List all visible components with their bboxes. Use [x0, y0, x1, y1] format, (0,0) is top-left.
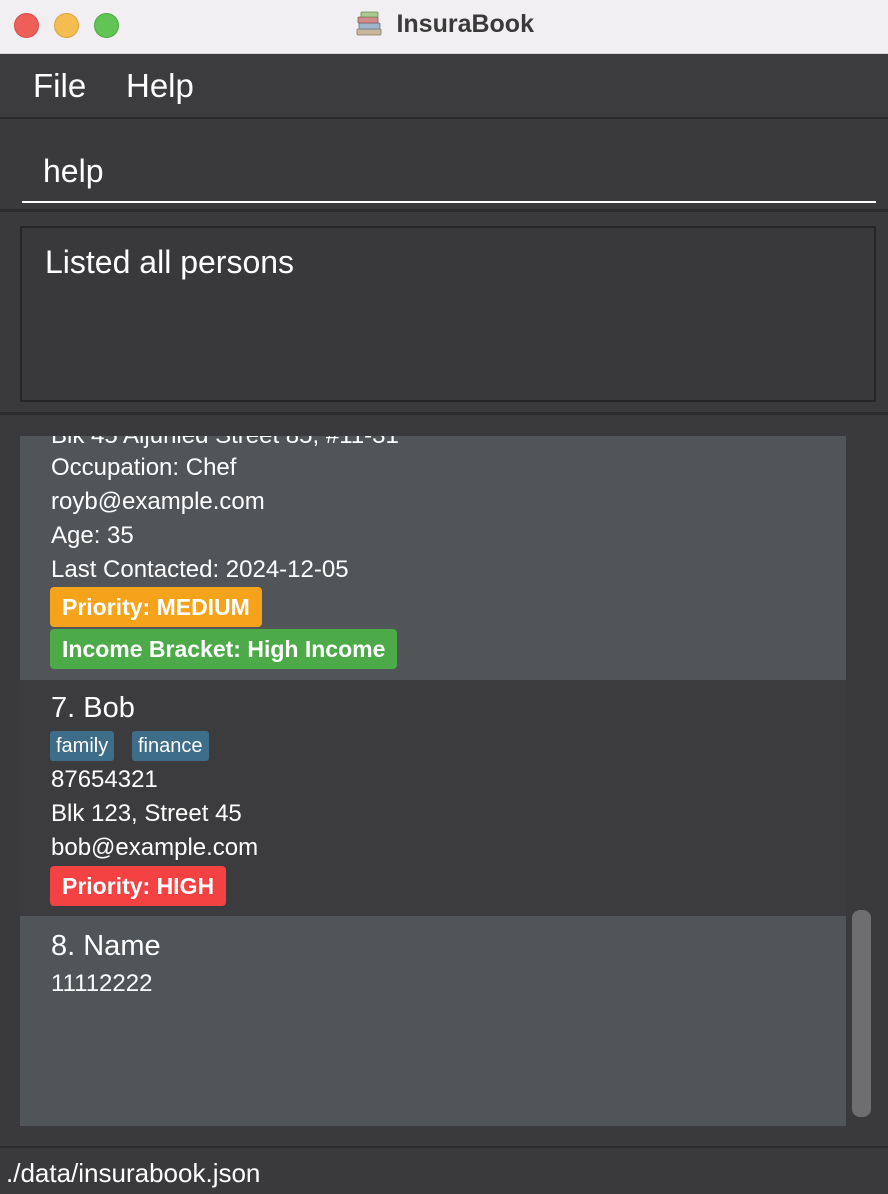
title-bar: InsuraBook — [0, 0, 888, 54]
person-address: Blk 123, Street 45 — [51, 800, 242, 827]
person-name: 8. Name — [51, 930, 161, 962]
person-card[interactable]: 8. Name 11112222 — [20, 916, 846, 1126]
window-title: InsuraBook — [396, 9, 534, 38]
books-icon — [354, 9, 384, 39]
command-box — [0, 121, 888, 212]
menu-file[interactable]: File — [33, 67, 86, 105]
person-card[interactable]: Blk 45 Aljunied Street 85, #11-31 Occupa… — [20, 436, 846, 680]
person-tag: finance — [132, 731, 209, 761]
status-bar: ./data/insurabook.json — [0, 1146, 888, 1194]
data-file-path: ./data/insurabook.json — [6, 1158, 261, 1188]
menu-bar: File Help — [0, 55, 888, 119]
result-display: Listed all persons — [20, 226, 876, 402]
person-phone: 87654321 — [51, 766, 158, 793]
scrollbar-thumb[interactable] — [852, 910, 871, 1117]
person-phone: 11112222 — [51, 970, 153, 997]
person-age: Age: 35 — [51, 522, 134, 549]
person-email: bob@example.com — [51, 834, 259, 861]
command-input[interactable] — [22, 141, 876, 203]
menu-help[interactable]: Help — [126, 67, 194, 105]
person-occupation: Occupation: Chef — [51, 454, 237, 481]
person-tag: family — [50, 731, 115, 761]
person-email: royb@example.com — [51, 488, 265, 515]
person-last-contacted: Last Contacted: 2024-12-05 — [51, 556, 349, 583]
result-message: Listed all persons — [45, 244, 295, 280]
section-divider — [0, 412, 888, 415]
person-list[interactable]: Blk 45 Aljunied Street 85, #11-31 Occupa… — [20, 436, 846, 1126]
person-name: 7. Bob — [51, 692, 135, 724]
priority-badge: Priority: HIGH — [50, 866, 227, 906]
priority-badge: Priority: MEDIUM — [50, 587, 262, 627]
window-title-group: InsuraBook — [0, 9, 888, 41]
person-card[interactable]: 7. Bob family finance 87654321 Blk 123, … — [20, 680, 846, 916]
income-bracket-badge: Income Bracket: High Income — [50, 629, 398, 669]
person-address: Blk 45 Aljunied Street 85, #11-31 — [51, 436, 399, 450]
